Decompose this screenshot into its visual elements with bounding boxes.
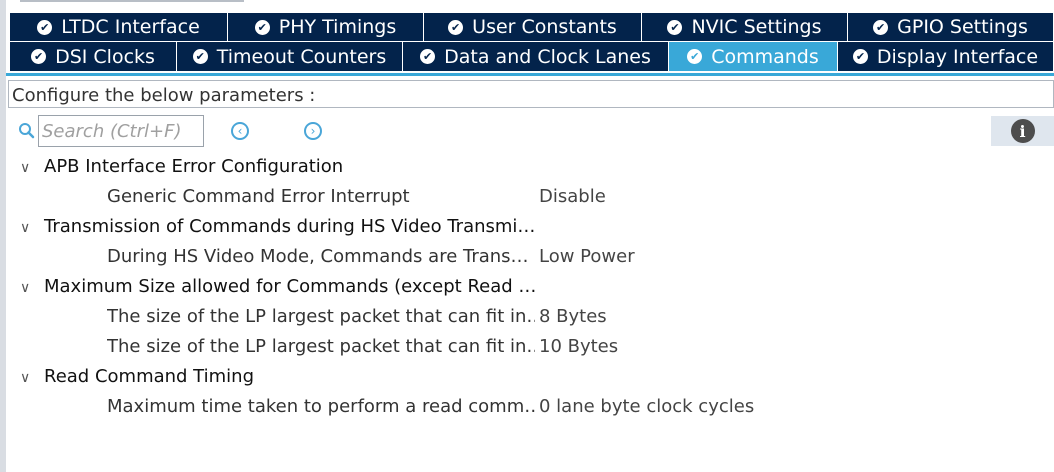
configure-header: Configure the below parameters : — [8, 80, 1054, 108]
tab-nvic-settings[interactable]: ✔ NVIC Settings — [642, 13, 848, 41]
section-maximum-size-commands[interactable]: ∨ Maximum Size allowed for Commands (exc… — [0, 274, 1054, 304]
tab-label: PHY Timings — [278, 16, 397, 38]
tab-timeout-counters[interactable]: ✔ Timeout Counters — [177, 42, 403, 71]
tab-label: NVIC Settings — [691, 16, 822, 38]
chevron-down-icon[interactable]: ∨ — [20, 220, 30, 236]
param-value[interactable]: 10 Bytes — [539, 336, 618, 357]
chevron-left-icon: ‹ — [237, 124, 243, 138]
tab-row-1: ✔ LTDC Interface ✔ PHY Timings ✔ User Co… — [10, 13, 1054, 41]
active-tab-underline — [6, 73, 1054, 76]
param-row[interactable]: The size of the LP largest packet that c… — [0, 334, 1054, 364]
tab-label: Commands — [711, 45, 819, 68]
chevron-down-icon[interactable]: ∨ — [20, 280, 30, 296]
previous-result-button[interactable]: ‹ — [231, 122, 249, 140]
param-value[interactable]: Low Power — [539, 246, 635, 267]
check-circle-icon: ✔ — [667, 19, 683, 35]
tab-label: Display Interface — [876, 45, 1039, 68]
check-circle-icon: ✔ — [420, 49, 436, 64]
tab-dsi-clocks[interactable]: ✔ DSI Clocks — [10, 42, 177, 71]
check-circle-icon: ✔ — [31, 49, 47, 64]
section-read-command-timing[interactable]: ∨ Read Command Timing — [0, 364, 1054, 394]
tab-label: DSI Clocks — [55, 45, 155, 68]
param-row[interactable]: Generic Command Error Interrupt Disable — [0, 184, 1054, 214]
param-name: Generic Command Error Interrupt — [107, 186, 410, 207]
param-name: Maximum time taken to perform a read com… — [107, 396, 535, 417]
check-circle-icon: ✔ — [254, 19, 270, 35]
configure-label: Configure the below parameters : — [12, 85, 316, 106]
info-button[interactable]: i — [991, 116, 1054, 146]
param-name: The size of the LP largest packet that c… — [107, 306, 535, 327]
section-title: Maximum Size allowed for Commands (excep… — [44, 276, 537, 297]
chevron-right-icon: › — [310, 124, 316, 138]
tab-label: LTDC Interface — [61, 16, 200, 38]
tab-data-and-clock-lanes[interactable]: ✔ Data and Clock Lanes — [403, 42, 669, 71]
tab-label: Timeout Counters — [216, 45, 387, 68]
param-value[interactable]: 0 lane byte clock cycles — [539, 396, 754, 417]
tab-ltdc-interface[interactable]: ✔ LTDC Interface — [10, 13, 228, 41]
check-circle-icon: ✔ — [687, 49, 703, 64]
check-circle-icon: ✔ — [192, 49, 208, 64]
tab-phy-timings[interactable]: ✔ PHY Timings — [228, 13, 424, 41]
search-icon[interactable] — [18, 122, 35, 143]
search-input[interactable] — [38, 115, 204, 147]
tab-commands[interactable]: ✔ Commands — [669, 42, 838, 71]
tab-row-2: ✔ DSI Clocks ✔ Timeout Counters ✔ Data a… — [10, 42, 1054, 71]
section-title: Read Command Timing — [44, 366, 254, 387]
param-row[interactable]: During HS Video Mode, Commands are Trans… — [0, 244, 1054, 274]
tab-label: GPIO Settings — [897, 16, 1028, 38]
chevron-down-icon[interactable]: ∨ — [20, 160, 30, 176]
chevron-down-icon[interactable]: ∨ — [20, 370, 30, 386]
param-row[interactable]: Maximum time taken to perform a read com… — [0, 394, 1054, 424]
param-value[interactable]: 8 Bytes — [539, 306, 607, 327]
section-title: Transmission of Commands during HS Video… — [44, 216, 536, 237]
tab-user-constants[interactable]: ✔ User Constants — [424, 13, 642, 41]
param-name: The size of the LP largest packet that c… — [107, 336, 535, 357]
param-row[interactable]: The size of the LP largest packet that c… — [0, 304, 1054, 334]
next-result-button[interactable]: › — [304, 122, 322, 140]
tab-label: Data and Clock Lanes — [444, 45, 651, 68]
tab-display-interface[interactable]: ✔ Display Interface — [838, 42, 1054, 71]
section-title: APB Interface Error Configuration — [44, 156, 344, 177]
check-circle-icon: ✔ — [852, 49, 868, 64]
check-circle-icon: ✔ — [448, 19, 464, 35]
param-name: During HS Video Mode, Commands are Trans… — [107, 246, 529, 267]
check-circle-icon: ✔ — [873, 19, 889, 35]
info-icon: i — [1010, 119, 1035, 143]
tab-gpio-settings[interactable]: ✔ GPIO Settings — [848, 13, 1054, 41]
top-divider — [20, 0, 244, 2]
tab-label: User Constants — [472, 16, 617, 38]
param-value[interactable]: Disable — [539, 186, 606, 207]
section-transmission-of-commands[interactable]: ∨ Transmission of Commands during HS Vid… — [0, 214, 1054, 244]
section-apb-interface-error[interactable]: ∨ APB Interface Error Configuration — [0, 154, 1054, 184]
check-circle-icon: ✔ — [37, 19, 53, 35]
